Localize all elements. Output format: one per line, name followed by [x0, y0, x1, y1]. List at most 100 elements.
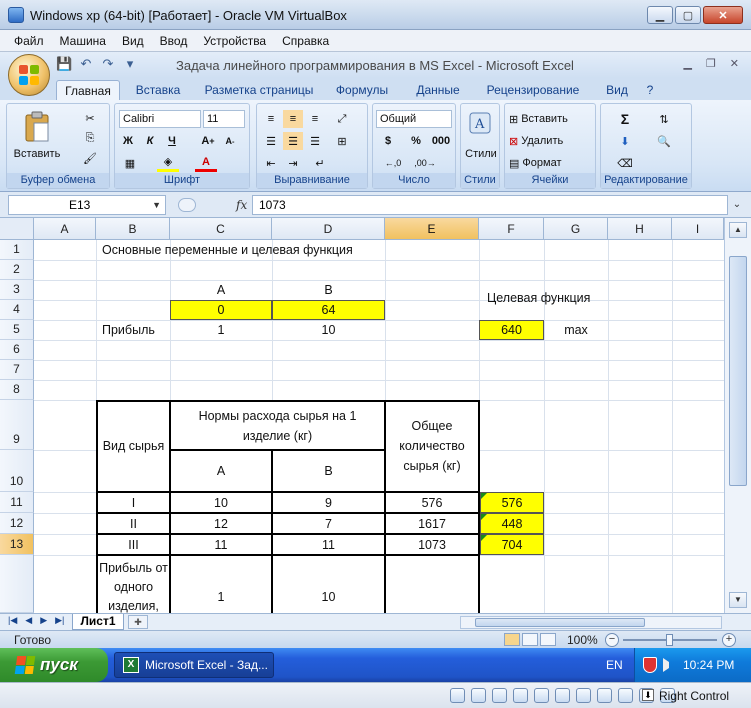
- grow-font-icon[interactable]: A +: [199, 132, 217, 150]
- minimize-button[interactable]: ▁: [647, 6, 673, 24]
- copy-icon[interactable]: ⎘: [81, 130, 99, 146]
- row-header-6[interactable]: 6: [0, 340, 34, 360]
- speaker-icon[interactable]: [663, 658, 677, 672]
- row-header-2[interactable]: 2: [0, 260, 34, 280]
- cell-c12[interactable]: 12: [170, 513, 272, 534]
- row-header-10[interactable]: 10: [0, 450, 34, 492]
- horizontal-scroll-thumb[interactable]: [475, 618, 645, 627]
- cell-b14-profit-per-item[interactable]: Прибыль от одного изделия,: [97, 555, 170, 613]
- insert-function-icon[interactable]: fx: [236, 198, 247, 212]
- vertical-scrollbar[interactable]: ▲ ▼: [724, 218, 751, 613]
- cell-f11[interactable]: 576: [480, 492, 544, 513]
- row-header-1[interactable]: 1: [0, 240, 34, 260]
- zoom-in-icon[interactable]: +: [722, 633, 736, 647]
- close-button[interactable]: ✕: [703, 6, 743, 24]
- start-button[interactable]: пуск: [0, 648, 108, 682]
- zoom-level[interactable]: 100%: [567, 633, 598, 647]
- row-header-13[interactable]: 13: [0, 534, 34, 555]
- row-header-5[interactable]: 5: [0, 320, 34, 340]
- thousands-button[interactable]: 000: [429, 132, 453, 150]
- cell-d12[interactable]: 7: [272, 513, 385, 534]
- tab-view[interactable]: Вид: [600, 80, 634, 100]
- increase-decimal-icon[interactable]: ←,0: [381, 154, 405, 172]
- sort-filter-icon[interactable]: ⇅: [651, 110, 677, 128]
- cell-e12[interactable]: 1617: [385, 513, 479, 534]
- row-header-11[interactable]: 11: [0, 492, 34, 513]
- customize-qat-icon[interactable]: ▾: [122, 56, 138, 72]
- menu-input[interactable]: Ввод: [160, 34, 188, 48]
- page-layout-view-icon[interactable]: [522, 633, 538, 646]
- tab-review[interactable]: Рецензирование: [480, 80, 586, 100]
- align-center-icon[interactable]: ☰: [283, 132, 303, 150]
- undo-icon[interactable]: ↶: [78, 56, 94, 72]
- currency-button[interactable]: $: [377, 132, 399, 150]
- maximize-button[interactable]: ▢: [675, 6, 701, 24]
- shared-folders-icon[interactable]: [555, 688, 570, 703]
- menu-machine[interactable]: Машина: [60, 34, 106, 48]
- normal-view-icon[interactable]: [504, 633, 520, 646]
- clock[interactable]: 10:24 PM: [683, 658, 734, 672]
- autosum-button[interactable]: Σ: [613, 110, 637, 128]
- cell-f12[interactable]: 448: [480, 513, 544, 534]
- underline-button[interactable]: Ч: [163, 132, 181, 150]
- cell-b11[interactable]: I: [97, 492, 170, 513]
- excel-minimize-icon[interactable]: ▁: [683, 57, 691, 70]
- formula-input[interactable]: 1073: [252, 195, 728, 215]
- number-format-select[interactable]: Общий: [376, 110, 452, 128]
- tab-page-layout[interactable]: Разметка страницы: [200, 80, 318, 100]
- row-header-4[interactable]: 4: [0, 300, 34, 320]
- increase-indent-icon[interactable]: ⇥: [283, 154, 303, 172]
- decrease-decimal-icon[interactable]: ,00→: [413, 154, 437, 172]
- excel-close-icon[interactable]: ✕: [730, 57, 739, 70]
- percent-button[interactable]: %: [407, 132, 425, 150]
- row-header-14[interactable]: [0, 555, 34, 613]
- format-painter-icon[interactable]: 🖌: [81, 150, 99, 166]
- align-top-icon[interactable]: ≡: [261, 110, 281, 128]
- row-header-3[interactable]: 3: [0, 280, 34, 300]
- column-header-i[interactable]: I: [672, 218, 724, 240]
- language-indicator[interactable]: EN: [606, 658, 623, 672]
- cell-c14[interactable]: 1: [170, 555, 272, 613]
- select-all-corner[interactable]: [0, 218, 34, 240]
- cell-b13[interactable]: III: [97, 534, 170, 555]
- styles-button[interactable]: Стили: [461, 146, 501, 162]
- borders-icon[interactable]: ▦: [119, 154, 141, 172]
- cell-c9-consumption-norms[interactable]: Нормы расхода сырья на 1 изделие (кг): [170, 401, 385, 450]
- cell-d10[interactable]: B: [272, 450, 385, 492]
- menu-help[interactable]: Справка: [282, 34, 329, 48]
- usb-icon[interactable]: [534, 688, 549, 703]
- cut-icon[interactable]: ✂: [81, 110, 99, 126]
- column-header-e[interactable]: E: [385, 218, 479, 240]
- sheet-tab-list1[interactable]: Лист1: [72, 614, 124, 630]
- cell-b12[interactable]: II: [97, 513, 170, 534]
- vertical-scroll-thumb[interactable]: [729, 256, 747, 486]
- video-capture-icon[interactable]: [597, 688, 612, 703]
- fill-down-icon[interactable]: ⬇: [613, 132, 637, 150]
- tab-data[interactable]: Данные: [408, 80, 468, 100]
- orientation-icon[interactable]: ⤢: [331, 110, 353, 128]
- tab-home[interactable]: Главная: [56, 80, 120, 100]
- display-icon[interactable]: [576, 688, 591, 703]
- optical-drive-icon[interactable]: [471, 688, 486, 703]
- styles-icon[interactable]: A: [467, 110, 493, 136]
- cell-b5[interactable]: Прибыль: [96, 320, 170, 340]
- name-box-dropdown-icon[interactable]: ▼: [152, 196, 161, 214]
- cell-d13[interactable]: 11: [272, 534, 385, 555]
- paste-button[interactable]: Вставить: [9, 146, 65, 162]
- shrink-font-icon[interactable]: A-: [221, 132, 239, 150]
- row-header-7[interactable]: 7: [0, 360, 34, 380]
- cell-f3-objective-label[interactable]: Целевая функция: [481, 288, 631, 308]
- zoom-out-icon[interactable]: −: [605, 633, 619, 647]
- decrease-indent-icon[interactable]: ⇤: [261, 154, 281, 172]
- horizontal-scrollbar[interactable]: [460, 616, 722, 629]
- font-name-select[interactable]: Calibri: [119, 110, 201, 128]
- cell-f5-objective-value[interactable]: 640: [479, 320, 544, 340]
- cell-d4[interactable]: 64: [272, 300, 385, 320]
- tab-insert[interactable]: Вставка: [128, 80, 188, 100]
- fill-color-icon[interactable]: ◈: [157, 154, 179, 172]
- cell-c5[interactable]: 1: [170, 320, 272, 340]
- cell-e9-total-raw[interactable]: Общее количество сырья (кг): [385, 401, 479, 491]
- cell-c13[interactable]: 11: [170, 534, 272, 555]
- cell-c11[interactable]: 10: [170, 492, 272, 513]
- cell-b9-raw-material[interactable]: Вид сырья: [97, 401, 170, 491]
